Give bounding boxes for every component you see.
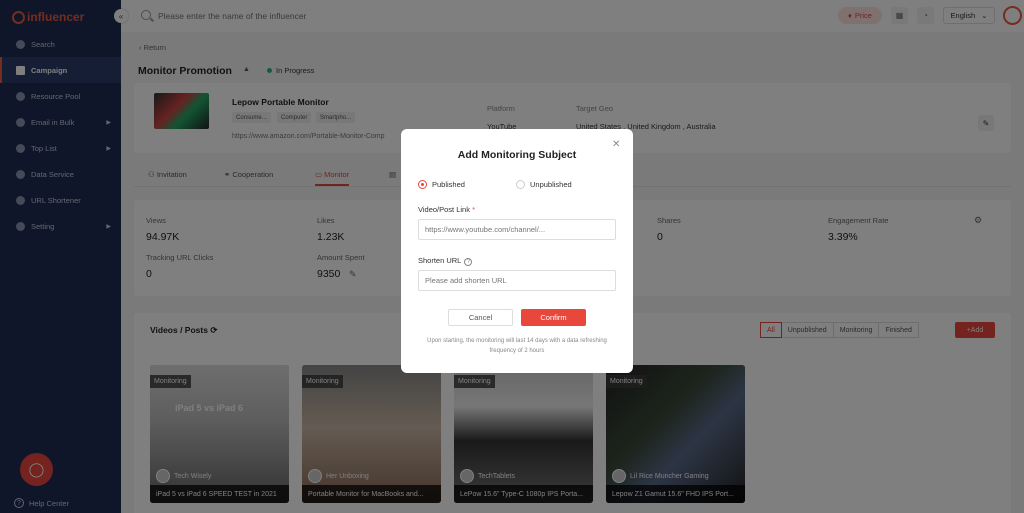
label-text: Shorten URL: [418, 256, 462, 265]
dialog-title: Add Monitoring Subject: [457, 149, 577, 161]
cancel-button[interactable]: Cancel: [448, 309, 513, 326]
video-link-input[interactable]: [418, 219, 616, 240]
radio-unchecked-icon: [516, 180, 525, 189]
radio-label: Published: [432, 180, 465, 189]
help-icon[interactable]: ?: [464, 258, 473, 266]
radio-published[interactable]: Published: [418, 180, 465, 189]
add-monitoring-subject-dialog: Add Monitoring Subject ✕ Published Unpub…: [401, 129, 633, 373]
required-marker: *: [472, 205, 475, 214]
radio-unpublished[interactable]: Unpublished: [516, 180, 572, 189]
shorten-url-label: Shorten URL?: [418, 256, 473, 266]
monitoring-note: Upon starting, the monitoring will last …: [427, 338, 607, 354]
close-icon[interactable]: ✕: [612, 139, 620, 150]
confirm-button[interactable]: Confirm: [521, 309, 586, 326]
label-text: Video/Post Link: [418, 205, 470, 214]
radio-label: Unpublished: [530, 180, 572, 189]
radio-checked-icon: [418, 180, 427, 189]
shorten-url-input[interactable]: [418, 270, 616, 291]
video-link-label: Video/Post Link *: [418, 205, 475, 214]
